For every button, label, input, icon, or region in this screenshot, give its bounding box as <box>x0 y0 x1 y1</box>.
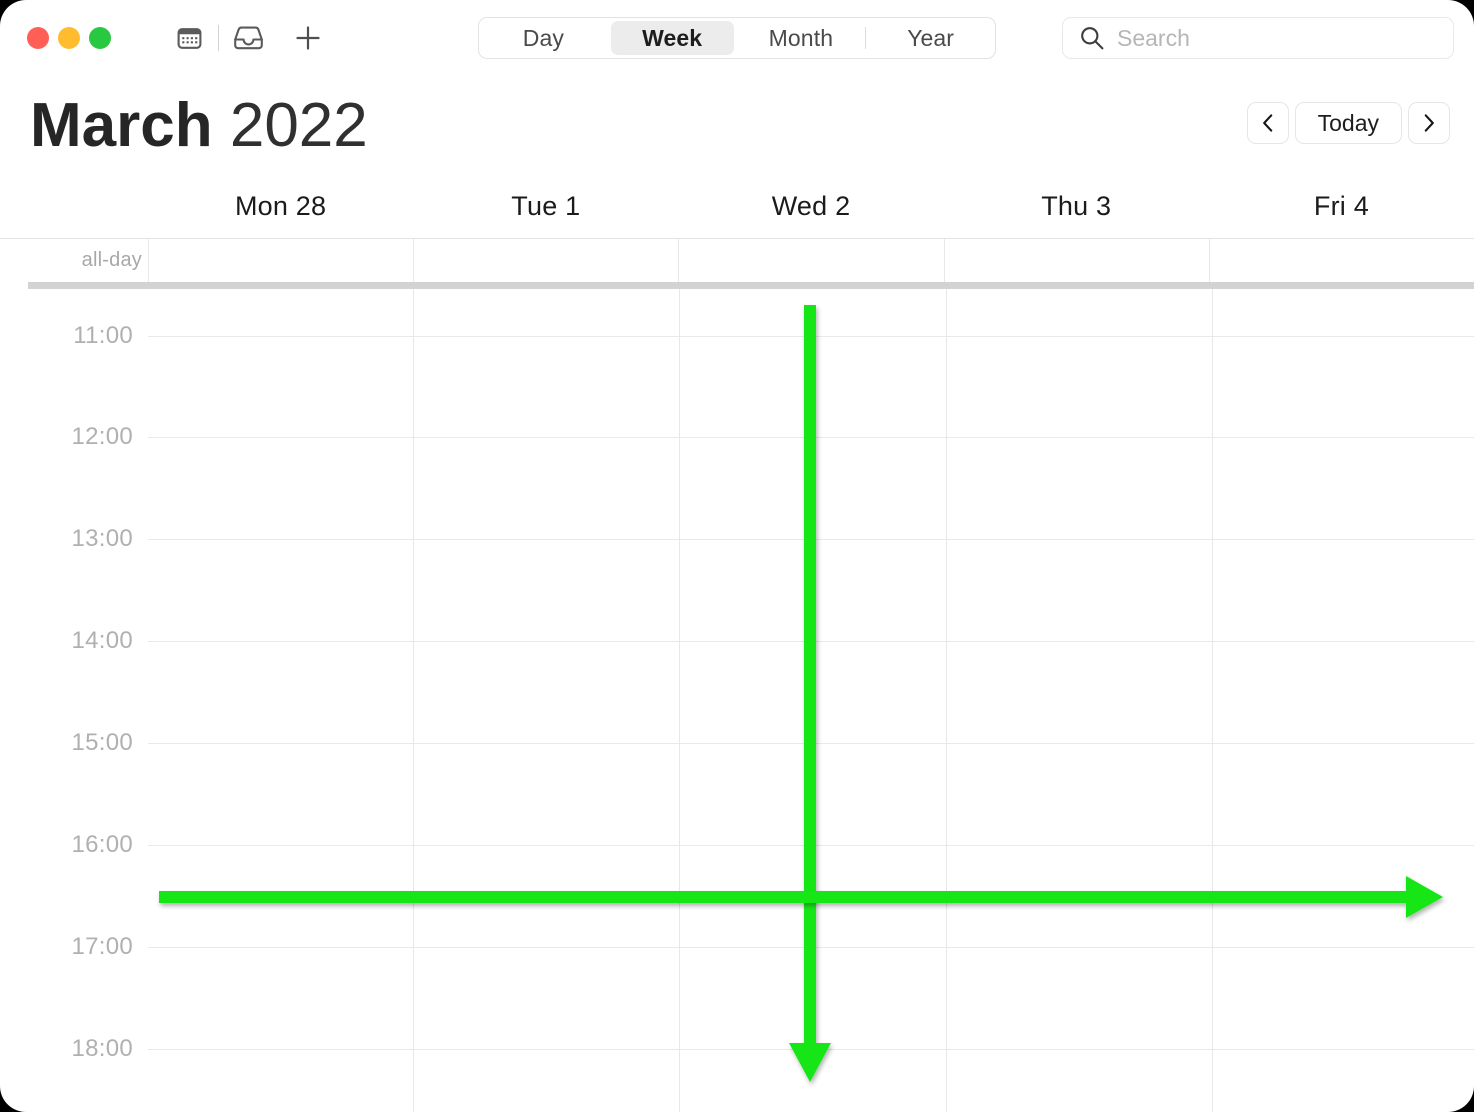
hour-line-1700 <box>148 947 1474 948</box>
hour-line-1400 <box>148 641 1474 642</box>
inbox-button[interactable] <box>229 20 267 56</box>
column-divider-3 <box>946 289 947 1112</box>
hour-label-1700: 17:00 <box>71 933 133 960</box>
search-icon <box>1079 25 1105 51</box>
all-day-separator <box>28 282 1474 289</box>
title-year: 2022 <box>229 91 368 160</box>
day-header-fri[interactable]: Fri 4 <box>1209 176 1474 236</box>
all-day-cell-thu[interactable] <box>943 239 1209 282</box>
day-header-thu[interactable]: Thu 3 <box>944 176 1209 236</box>
hour-label-1400: 14:00 <box>71 627 133 654</box>
tab-day[interactable]: Day <box>482 21 605 55</box>
maximize-window-button[interactable] <box>89 27 111 49</box>
chevron-left-icon <box>1262 114 1272 132</box>
all-day-gutter: all-day <box>0 239 148 282</box>
hour-label-1300: 13:00 <box>71 525 133 552</box>
tab-week[interactable]: Week <box>610 21 734 55</box>
toolbar-divider <box>218 25 219 51</box>
column-divider-1 <box>413 289 414 1112</box>
all-day-label: all-day <box>81 249 142 271</box>
hour-label-1500: 15:00 <box>71 729 133 756</box>
day-header-mon[interactable]: Mon 28 <box>148 176 413 236</box>
previous-week-button[interactable] <box>1246 102 1289 144</box>
calendar-button[interactable] <box>170 20 208 56</box>
calendar-icon <box>177 27 201 49</box>
all-day-row: all-day <box>0 238 1474 282</box>
search-input[interactable] <box>1117 24 1417 52</box>
minimize-window-button[interactable] <box>58 27 80 49</box>
hour-line-1200 <box>148 437 1474 438</box>
window-traffic-lights <box>27 27 111 49</box>
all-day-cell-mon[interactable] <box>148 239 413 282</box>
view-mode-segmented-control[interactable]: Day Week Month Year <box>478 17 996 59</box>
hour-line-1800 <box>148 1049 1474 1050</box>
tab-month[interactable]: Month <box>740 21 863 55</box>
close-window-button[interactable] <box>27 27 49 49</box>
today-button[interactable]: Today <box>1294 102 1402 144</box>
tab-year[interactable]: Year <box>869 21 992 55</box>
title-month: March <box>30 91 213 160</box>
hour-label-1800: 18:00 <box>71 1035 133 1062</box>
search-field[interactable] <box>1062 17 1454 59</box>
column-divider-4 <box>1212 289 1213 1112</box>
hour-line-1100 <box>148 336 1474 337</box>
time-grid[interactable]: 11:00 12:00 13:00 14:00 15:00 16:00 17:0… <box>0 289 1474 1112</box>
hour-label-1100: 11:00 <box>73 322 133 349</box>
segment-divider <box>865 27 867 49</box>
hour-line-1300 <box>148 539 1474 540</box>
hour-line-1600 <box>148 845 1474 846</box>
title-row: March 2022 Today <box>0 90 1474 168</box>
toolbar: Day Week Month Year <box>0 0 1474 76</box>
toolbar-icon-group <box>170 20 327 56</box>
date-navigation: Today <box>1246 102 1450 144</box>
calendar-window: Day Week Month Year March 2022 <box>0 0 1474 1112</box>
day-header-tue[interactable]: Tue 1 <box>413 176 678 236</box>
all-day-cell-wed[interactable] <box>678 239 943 282</box>
day-headers: Mon 28 Tue 1 Wed 2 Thu 3 Fri 4 <box>0 176 1474 236</box>
all-day-cell-tue[interactable] <box>413 239 678 282</box>
inbox-icon <box>233 26 263 50</box>
hour-line-1500 <box>148 743 1474 744</box>
page-title: March 2022 <box>30 89 368 163</box>
day-header-wed[interactable]: Wed 2 <box>678 176 943 236</box>
hour-label-1600: 16:00 <box>71 831 133 858</box>
plus-icon <box>296 26 320 50</box>
next-week-button[interactable] <box>1408 102 1450 144</box>
column-divider-2 <box>679 289 680 1112</box>
all-day-cell-fri[interactable] <box>1208 239 1474 282</box>
chevron-right-icon <box>1424 114 1434 132</box>
new-event-button[interactable] <box>289 20 327 56</box>
day-header-gutter <box>0 176 148 236</box>
hour-label-1200: 12:00 <box>71 423 133 450</box>
